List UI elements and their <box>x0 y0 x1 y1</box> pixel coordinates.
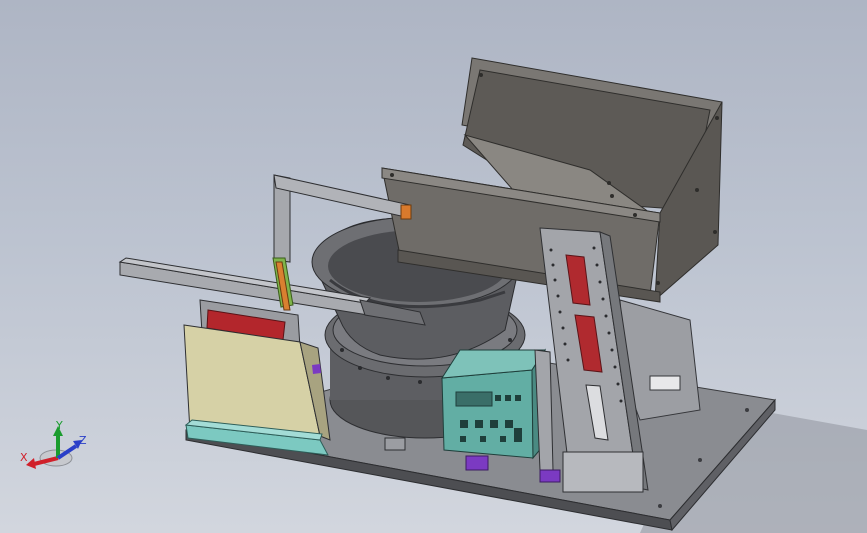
triad-z-label: Z <box>79 434 87 447</box>
triad-axes-icon <box>26 426 82 469</box>
hopper-support-slot <box>649 375 681 391</box>
controller-display <box>455 391 493 407</box>
feeder-assembly-model[interactable] <box>0 0 867 533</box>
view-orientation-triad: X Y Z <box>14 418 94 478</box>
triad-x-label: X <box>20 451 28 464</box>
plate-base-foot <box>562 451 644 493</box>
purple-mount-left <box>312 364 321 374</box>
orange-clamp <box>400 204 412 220</box>
purple-foot-rail <box>539 469 561 483</box>
controller-box-front <box>441 369 534 459</box>
triad-y-label: Y <box>56 419 63 432</box>
purple-foot-controller <box>465 455 489 471</box>
cad-viewport[interactable]: X Y Z <box>0 0 867 533</box>
small-foot-bracket <box>384 437 406 451</box>
